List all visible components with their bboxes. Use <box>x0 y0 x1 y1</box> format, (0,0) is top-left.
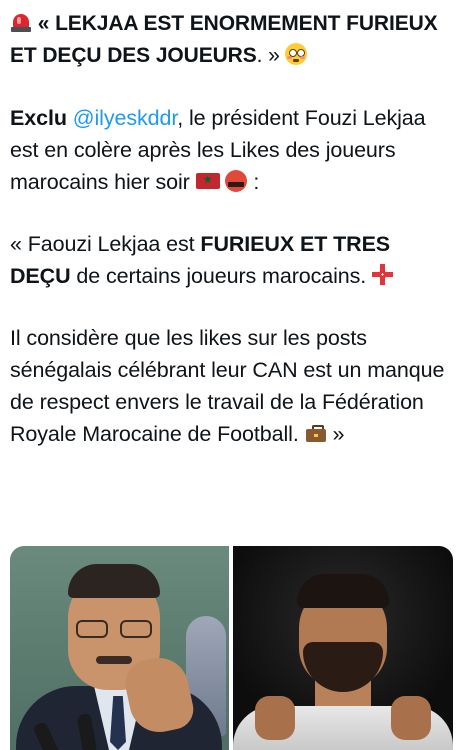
media-grid <box>10 546 453 750</box>
considere-end: » <box>326 422 345 446</box>
flushed-face-icon <box>285 43 308 65</box>
photo-left[interactable] <box>10 546 229 750</box>
anger-symbol-icon <box>372 264 394 286</box>
paragraph-quote: « Faouzi Lekjaa est FURIEUX ET TRES DEÇU… <box>10 228 456 292</box>
headline-text: LEKJAA EST ENORMEMENT FURIEUX ET DEÇU DE… <box>10 12 438 67</box>
exclu-label: Exclu <box>10 106 67 130</box>
paragraph-considere: Il considère que les likes sur les posts… <box>10 322 456 450</box>
siren-icon <box>10 11 32 33</box>
headline-quote-open: « <box>37 12 56 35</box>
quote-open: « Faouzi Lekjaa est <box>10 232 201 256</box>
paragraph-exclu: Exclu @ilyeskddr, le président Fouzi Lek… <box>10 102 456 198</box>
headline-tail: . » <box>256 44 286 67</box>
photo-right[interactable] <box>233 546 453 750</box>
morocco-flag-icon: ★ <box>195 173 220 189</box>
considere-text: Il considère que les likes sur les posts… <box>10 326 445 446</box>
briefcase-icon <box>305 422 327 444</box>
paragraph-exclu-end: : <box>247 170 260 194</box>
quote-text: de certains joueurs marocains. <box>70 264 373 288</box>
tweet-text: « LEKJAA EST ENORMEMENT FURIEUX ET DEÇU … <box>10 8 456 450</box>
mention-link[interactable]: @ilyeskddr <box>73 106 178 130</box>
angry-symbols-face-icon <box>225 170 248 192</box>
headline: « LEKJAA EST ENORMEMENT FURIEUX ET DEÇU … <box>10 8 456 72</box>
